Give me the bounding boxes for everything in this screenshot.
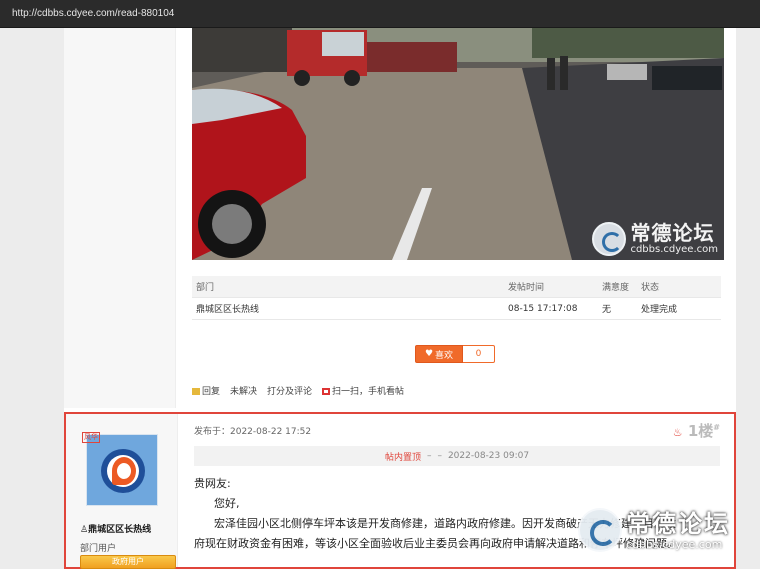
cell-satisfaction: 无	[602, 305, 612, 315]
like-button[interactable]: ♥ 喜欢	[415, 345, 463, 363]
user-icon: ♙	[80, 525, 89, 535]
post-info-table: 部门 发帖时间 满意度 状态 鼎城区区长热线 08-15 17:17:08 无 …	[192, 276, 721, 320]
cell-time: 08-15 17:17:08	[508, 303, 578, 314]
previous-post: 常德论坛 cdbbs.cdyee.com 部门 发帖时间 满意度 状态 鼎城区区…	[64, 28, 736, 408]
author-role: 部门用户	[80, 544, 117, 554]
qr-code-icon	[322, 388, 331, 395]
like-count: 0	[463, 345, 495, 363]
col-header-satisfaction: 满意度	[602, 283, 630, 293]
watermark-title: 常德论坛	[630, 221, 715, 245]
cell-status: 处理完成	[641, 305, 678, 315]
forum-page: 常德论坛 cdbbs.cdyee.com 部门 发帖时间 满意度 状态 鼎城区区…	[64, 28, 736, 569]
rate-comment-link[interactable]: 打分及评论	[267, 384, 312, 397]
browser-address-bar[interactable]: http://cdbbs.cdyee.com/read-880104	[0, 0, 760, 28]
photo-watermark: 常德论坛 cdbbs.cdyee.com	[592, 222, 718, 256]
watermark-title: 常德论坛	[626, 508, 730, 538]
col-header-time: 发帖时间	[508, 283, 545, 293]
table-row: 鼎城区区长热线 08-15 17:17:08 无 处理完成	[192, 298, 721, 320]
user-tag-badge: 风华	[82, 432, 100, 443]
forum-logo-icon	[578, 508, 622, 552]
post-sidebar	[64, 28, 176, 408]
col-header-department: 部门	[196, 283, 215, 293]
watermark-domain: cdbbs.cdyee.com	[630, 244, 718, 255]
greeting: 贵网友:	[194, 477, 231, 490]
col-header-status: 状态	[641, 283, 660, 293]
reply-icon	[192, 388, 200, 395]
avatar[interactable]	[86, 434, 158, 506]
post-actions: 回复 未解决 打分及评论 扫一扫，手机看帖	[192, 384, 404, 397]
post-timestamp: 发布于：2022-08-22 17:52	[194, 427, 312, 437]
author-sidebar: 风华 ♙鼎城区区长热线 部门用户 政府用户	[66, 414, 178, 569]
scan-mobile-link[interactable]: 扫一扫，手机看帖	[322, 384, 404, 397]
heart-icon: ♥	[424, 349, 434, 359]
url-text[interactable]: http://cdbbs.cdyee.com/read-880104	[12, 8, 174, 19]
cell-department: 鼎城区区长热线	[196, 305, 260, 315]
pin-label: 帖内置顶	[384, 452, 421, 463]
pinned-notice: 帖内置顶 – – 2022-08-23 09:07	[194, 446, 720, 466]
site-watermark: 常德论坛 cdbbs.cdyee.com	[578, 508, 730, 552]
forum-logo-icon	[592, 222, 627, 256]
like-label: 喜欢	[435, 350, 454, 361]
unresolved-link[interactable]: 未解决	[230, 384, 257, 397]
like-widget: ♥ 喜欢 0	[415, 345, 495, 363]
pin-time: 2022-08-23 09:07	[447, 451, 530, 461]
table-header-row: 部门 发帖时间 满意度 状态	[192, 276, 721, 298]
author-group-badge: 政府用户	[80, 555, 176, 569]
author-name[interactable]: ♙鼎城区区长热线	[80, 522, 151, 535]
floor-number[interactable]: ♨ 1楼#	[673, 420, 720, 441]
fire-icon: ♨	[672, 426, 683, 439]
reply-link[interactable]: 回复	[192, 384, 220, 397]
watermark-domain: cdbbs.cdyee.com	[626, 537, 723, 551]
post-photo[interactable]: 常德论坛 cdbbs.cdyee.com	[192, 28, 724, 260]
